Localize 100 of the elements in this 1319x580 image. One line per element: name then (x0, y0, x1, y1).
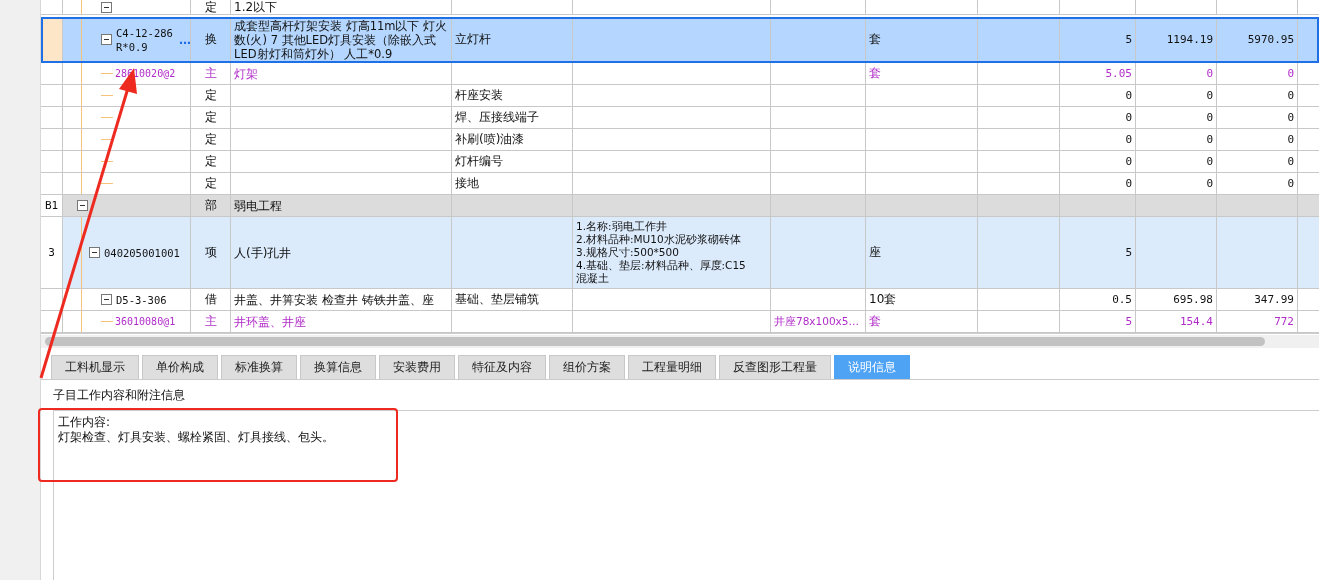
code-text: C4-12-286 R*0.9 (116, 25, 173, 54)
row-header-cell (41, 151, 63, 173)
table-cell-text: 定 (204, 109, 217, 126)
table-cell-text: 0 (1287, 177, 1294, 190)
table-cell-text: 换 (204, 31, 217, 48)
table-cell-text: 0 (1206, 133, 1213, 146)
table-cell-text: 347.99 (1254, 293, 1294, 306)
table-cell-text: 0 (1125, 111, 1132, 124)
table-cell-text: 695.98 (1173, 293, 1213, 306)
table-cell-text: 人(手)孔井 (234, 245, 292, 260)
collapse-toggle[interactable] (101, 294, 112, 305)
table-cell-text: 灯杆编号 (455, 153, 503, 170)
row-header-cell (41, 85, 63, 107)
table-row[interactable]: 定 补刷(喷)油漆 0 0 0 (41, 129, 1319, 151)
table-cell-text: 0.5 (1112, 293, 1132, 306)
table-cell-text: 杆座安装 (455, 87, 503, 104)
table-cell-text: 10套 (869, 291, 897, 308)
table-cell-text: 5970.95 (1247, 33, 1294, 46)
table-cell-text: 部 (204, 197, 217, 214)
row-header-cell (41, 107, 63, 129)
code-text: D5-3-306 (116, 292, 167, 307)
table-cell-text: 0 (1125, 155, 1132, 168)
table-row[interactable]: B1 部 弱电工程 (41, 195, 1319, 217)
table-cell-text: 井环盖、井座 (234, 314, 306, 329)
collapse-toggle[interactable] (101, 1, 112, 13)
tab[interactable]: 反查图形工程量 (719, 355, 831, 379)
table-cell-text: 1.2以下 (234, 0, 278, 14)
tab[interactable]: 标准换算 (221, 355, 297, 379)
table-row[interactable]: 定 焊、压接线端子 0 0 0 (41, 107, 1319, 129)
collapse-toggle[interactable] (89, 247, 100, 258)
table-cell-text: 0 (1125, 177, 1132, 190)
features-text: 1.名称:弱电工作井 2.材料品种:MU10水泥砂浆砌砖体 3.规格尺寸:500*500 4.基础、垫层:材料品种、厚度:C15 混凝土 (576, 220, 746, 285)
panel-title: 子目工作内容和附注信息 (52, 387, 186, 404)
table-row[interactable]: 定 杆座安装 0 0 0 (41, 85, 1319, 107)
tab[interactable]: 单价构成 (142, 355, 218, 379)
table-cell-text: 接地 (455, 175, 479, 192)
table-cell-text: 主 (204, 313, 217, 330)
text-line: 工作内容: (58, 415, 112, 430)
table-cell-text: 套 (869, 65, 881, 82)
collapse-toggle[interactable] (101, 34, 112, 45)
table-cell-text: 0 (1206, 67, 1213, 80)
table-row[interactable]: 定 接地 0 0 0 (41, 173, 1319, 195)
table-cell-text: 0 (1206, 177, 1213, 190)
table-cell-text: 座 (869, 244, 881, 261)
table-cell-text: 定 (204, 0, 217, 14)
table-row[interactable]: 定 1.2以下 (41, 0, 1319, 15)
collapse-toggle[interactable] (77, 200, 88, 211)
table-cell-text: 154.4 (1179, 315, 1213, 328)
table-cell-text: 弱电工程 (234, 198, 282, 213)
table-cell-text: 基础、垫层铺筑 (455, 291, 539, 308)
table-cell-text: 5 (1125, 315, 1132, 328)
table-row[interactable]: D5-3-306 借 井盖、井箅安装 检查井 铸铁井盖、座 基础、垫层铺筑 10套 0.5 695.98 347.99 (41, 289, 1319, 311)
table-cell-text: 5 (1125, 246, 1132, 259)
code-text: 040205001001 (104, 245, 180, 260)
description-text-area[interactable]: 工作内容: 灯架检查、灯具安装、螺栓紧固、灯具接线、包头。 (53, 410, 1319, 580)
table-cell-text: 772 (1274, 315, 1294, 328)
row-header-cell (41, 17, 63, 63)
table-cell-text: 井座78x100x5… (774, 314, 859, 329)
table-cell-text: 成套型高杆灯架安装 灯高11m以下 灯火数(火) 7 其他LED灯具安装（除嵌入式LED射灯和筒灯外） 人工*0.9 (234, 18, 448, 61)
table-cell-text: 补刷(喷)油漆 (455, 131, 525, 148)
row-header-cell: B1 (41, 195, 63, 217)
tab[interactable]: 换算信息 (300, 355, 376, 379)
table-row[interactable]: 36010080@1 主 井环盖、井座 井座78x100x5… 套 5 154.4 772 (41, 311, 1319, 333)
table-cell-text: 套 (869, 313, 881, 330)
table-cell-text: 0 (1287, 133, 1294, 146)
horizontal-scrollbar[interactable] (41, 335, 1319, 348)
row-header-cell (41, 63, 63, 85)
text-line: 灯架检查、灯具安装、螺栓紧固、灯具接线、包头。 (58, 430, 335, 445)
table-cell-text: 焊、压接线端子 (455, 109, 539, 126)
table-cell-text: 0 (1287, 155, 1294, 168)
table-cell-text: 主 (204, 65, 217, 82)
table-cell-text: 0 (1287, 67, 1294, 80)
table-cell-text: 定 (204, 175, 217, 192)
row-header-cell: 3 (41, 217, 63, 289)
table-cell-text: 0 (1287, 111, 1294, 124)
tab[interactable]: 工程量明细 (628, 355, 716, 379)
table-row[interactable]: 3 040205001001 项 人(手)孔井 1.名称:弱电工作井 2.材料品种:MU10水泥砂浆砌砖体 3.规格尺寸:500*500 4.基础、垫层:材料品种、厚度:C15 混凝土 座 5 (41, 217, 1319, 289)
table-cell-text: 0 (1125, 89, 1132, 102)
row-header-cell (41, 0, 63, 15)
table-cell-text: 灯架 (234, 66, 258, 81)
tab[interactable]: 组价方案 (549, 355, 625, 379)
table-cell-text: 定 (204, 131, 217, 148)
table-cell-text: 定 (204, 153, 217, 170)
table-cell-text: 1194.19 (1166, 33, 1213, 46)
tab[interactable]: 工料机显示 (51, 355, 139, 379)
table-cell-text: 借 (204, 291, 217, 308)
table-cell-text: 井盖、井箅安装 检查井 铸铁井盖、座 (234, 292, 434, 307)
table-cell-text: 5.05 (1105, 67, 1132, 80)
table-cell-text: 项 (204, 244, 217, 261)
table-cell-text: 套 (869, 31, 881, 48)
table-cell-text: 立灯杆 (455, 31, 491, 48)
table-cell-text: 0 (1206, 155, 1213, 168)
tab[interactable]: 安装费用 (379, 355, 455, 379)
table-cell-text: 0 (1287, 89, 1294, 102)
row-header-cell (41, 129, 63, 151)
table-row[interactable]: 定 灯杆编号 0 0 0 (41, 151, 1319, 173)
table-cell-text: 5 (1125, 33, 1132, 46)
tab[interactable]: 特征及内容 (458, 355, 546, 379)
table-cell-text: 0 (1206, 89, 1213, 102)
table-cell-text: 定 (204, 87, 217, 104)
